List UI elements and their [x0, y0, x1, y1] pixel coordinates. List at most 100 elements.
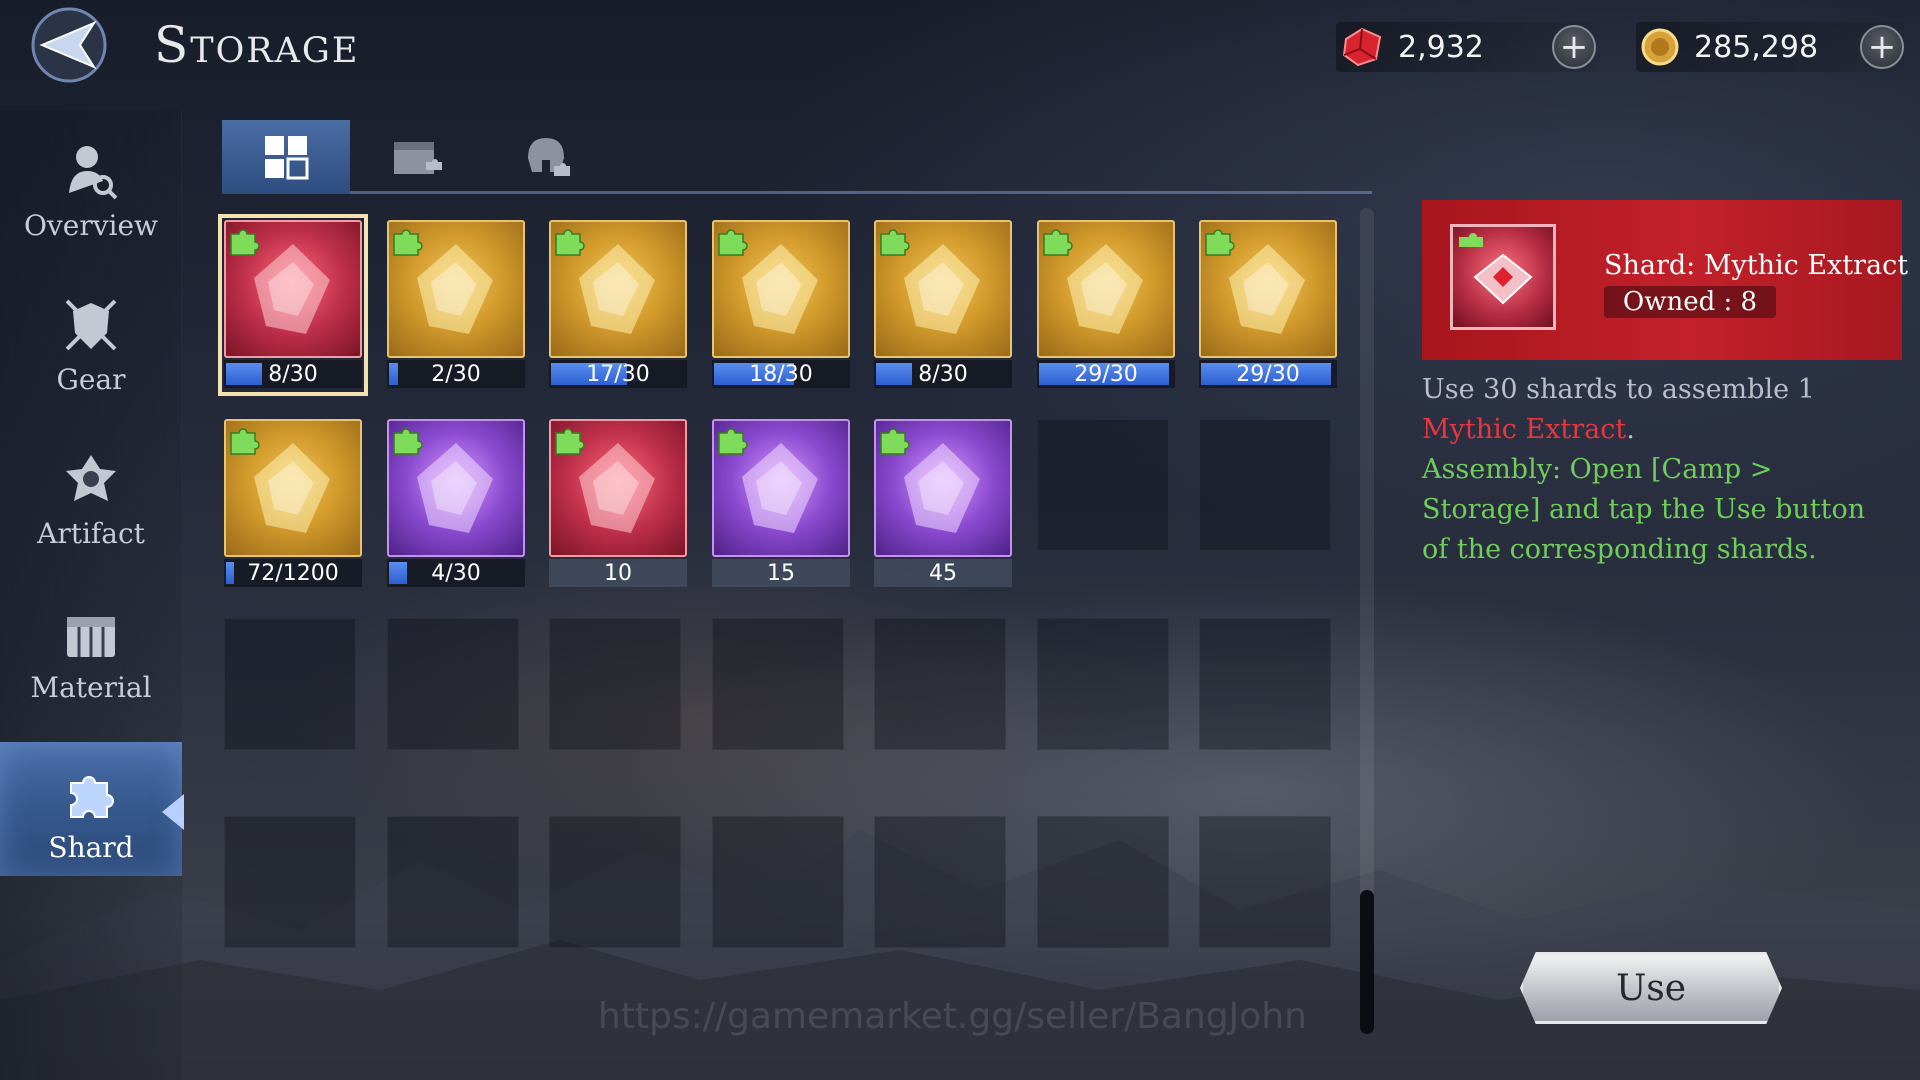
desc-text-end: .: [1626, 414, 1635, 445]
material-chest-icon: [67, 617, 115, 657]
page-title: Storage: [154, 16, 360, 74]
shard-slot[interactable]: 10: [549, 419, 687, 589]
shard-badge-icon: [1203, 224, 1237, 258]
shard-count-label: 45: [929, 560, 957, 586]
currency-gold: 285,298 +: [1636, 22, 1904, 72]
add-gems-button[interactable]: +: [1552, 25, 1596, 69]
shard-progress-bar: 29/30: [1199, 360, 1337, 388]
shard-badge-icon: [228, 224, 262, 258]
shard-badge-icon: [391, 423, 425, 457]
shard-count-label: 10: [604, 560, 632, 586]
sidebar-item-gear[interactable]: Gear: [0, 274, 182, 408]
tab-material-shards[interactable]: [352, 120, 480, 194]
shard-slot[interactable]: 72/1200: [224, 419, 362, 589]
progress-fill: [226, 363, 262, 385]
shard-slot[interactable]: 4/30: [387, 419, 525, 589]
shard-count-label: 18/30: [749, 361, 813, 387]
shard-count-label: 4/30: [431, 560, 481, 586]
chest-shard-icon: [394, 142, 442, 174]
shard-badge-icon: [553, 224, 587, 258]
shard-badge-icon: [1041, 224, 1075, 258]
shard-quantity: 10: [549, 559, 687, 587]
empty-slot: [387, 816, 519, 948]
shard-slot[interactable]: 18/30: [712, 220, 850, 390]
sidebar-item-overview[interactable]: Overview: [0, 120, 182, 254]
active-indicator-arrow: [162, 794, 184, 830]
progress-fill: [389, 562, 407, 584]
sidebar-item-label: Gear: [56, 363, 126, 396]
progress-fill: [876, 363, 912, 385]
shard-progress-bar: 8/30: [874, 360, 1012, 388]
shard-badge-icon: [716, 423, 750, 457]
shard-progress-bar: 2/30: [387, 360, 525, 388]
shard-detail-header: Shard: Mythic Extract Owned : 8: [1422, 200, 1908, 360]
currency-gems: 2,932 +: [1336, 22, 1596, 72]
helmet-shard-icon: [528, 138, 570, 176]
overview-icon: [69, 146, 118, 200]
shard-slot[interactable]: 15: [712, 419, 850, 589]
add-gold-button[interactable]: +: [1860, 25, 1904, 69]
empty-slot: [549, 618, 681, 750]
red-gem-icon: [1342, 27, 1382, 67]
shard-owned-count: Owned : 8: [1604, 286, 1776, 318]
sidebar-item-label: Artifact: [37, 517, 145, 550]
sidebar-item-shard[interactable]: Shard: [0, 742, 184, 876]
tab-all[interactable]: [222, 120, 350, 194]
assembly-instructions: Assembly: Open [Camp > Storage] and tap …: [1422, 454, 1866, 565]
watermark: https://gamemarket.gg/seller/BangJohn: [598, 996, 1307, 1037]
shard-quantity: 45: [874, 559, 1012, 587]
tab-hero-shards[interactable]: [482, 120, 610, 194]
shard-badge-icon: [391, 224, 425, 258]
shard-slot[interactable]: 29/30: [1199, 220, 1337, 390]
shard-count-label: 17/30: [586, 361, 650, 387]
gem-count: 2,932: [1398, 29, 1484, 65]
shard-progress-bar: 29/30: [1037, 360, 1175, 388]
shard-badge-icon: [553, 423, 587, 457]
use-button[interactable]: Use: [1520, 952, 1782, 1024]
shard-slot[interactable]: 17/30: [549, 220, 687, 390]
shard-slot[interactable]: 45: [874, 419, 1012, 589]
progress-fill: [226, 562, 234, 584]
shard-slot[interactable]: 29/30: [1037, 220, 1175, 390]
gold-count: 285,298: [1694, 29, 1819, 65]
back-arrow-icon: [31, 7, 107, 83]
shard-count-label: 8/30: [918, 361, 968, 387]
empty-slot: [224, 816, 356, 948]
shard-progress-bar: 72/1200: [224, 559, 362, 587]
empty-slot: [1037, 816, 1169, 948]
sidebar-item-label: Material: [30, 671, 152, 704]
shard-badge-icon: [878, 423, 912, 457]
shard-quantity: 15: [712, 559, 850, 587]
gear-shield-icon: [65, 299, 117, 351]
empty-slot: [549, 816, 681, 948]
empty-slot: [712, 618, 844, 750]
empty-slot: [1199, 419, 1331, 551]
artifact-icon: [66, 455, 116, 501]
empty-slot: [224, 618, 356, 750]
shard-count-label: 2/30: [431, 361, 481, 387]
shard-slot[interactable]: 8/30: [874, 220, 1012, 390]
shard-count-label: 15: [767, 560, 795, 586]
empty-slot: [1037, 419, 1169, 551]
empty-slot: [874, 618, 1006, 750]
shard-slot[interactable]: 8/30: [218, 214, 368, 396]
shard-badge-icon: [878, 224, 912, 258]
shard-slot[interactable]: 2/30: [387, 220, 525, 390]
empty-slot: [387, 618, 519, 750]
shard-badge-icon: [228, 423, 262, 457]
shard-count-label: 29/30: [1236, 361, 1300, 387]
grid-all-icon: [265, 136, 309, 180]
scrollbar-thumb[interactable]: [1360, 890, 1374, 1034]
puzzle-piece-icon: [70, 776, 114, 818]
progress-fill: [389, 363, 398, 385]
sidebar-item-artifact[interactable]: Artifact: [0, 428, 182, 562]
desc-item-name: Mythic Extract: [1422, 414, 1627, 445]
shard-count-label: 8/30: [268, 361, 318, 387]
back-button[interactable]: [14, 0, 124, 90]
sidebar-item-material[interactable]: Material: [0, 582, 182, 716]
selected-shard-icon: [1450, 224, 1556, 330]
shard-description: Use 30 shards to assemble 1 Mythic Extra…: [1422, 370, 1892, 570]
shard-badge-icon: [716, 224, 750, 258]
plus-icon: +: [1559, 27, 1589, 67]
sidebar-item-label: Shard: [48, 831, 134, 864]
